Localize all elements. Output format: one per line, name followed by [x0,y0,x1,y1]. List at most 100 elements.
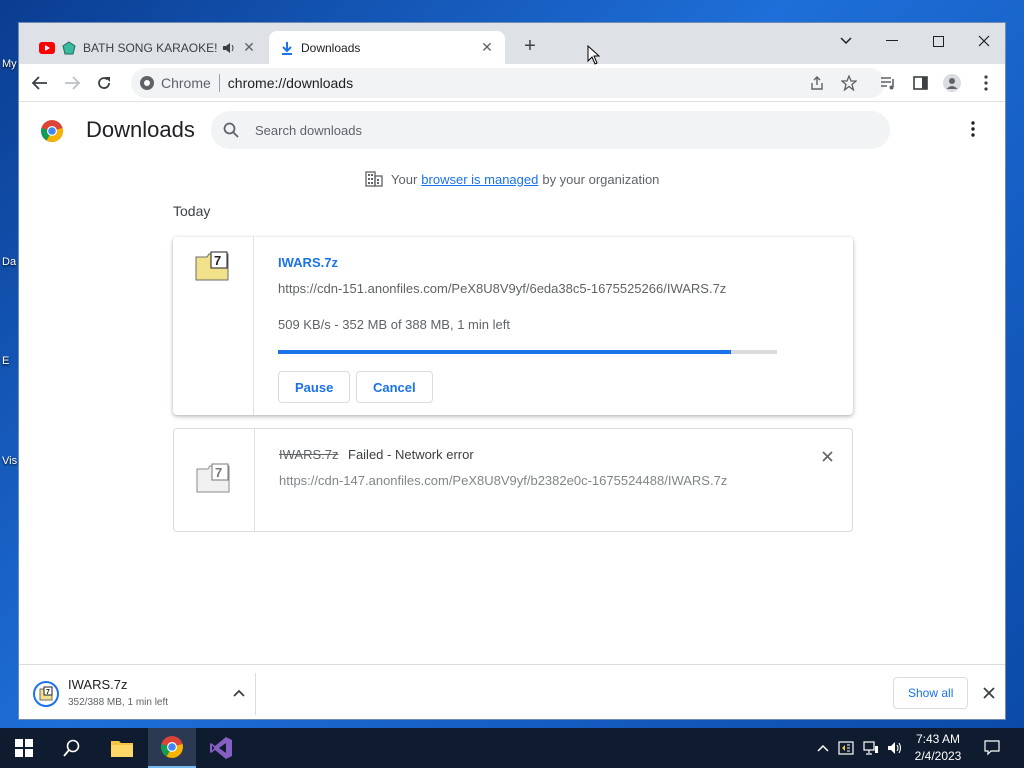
file-icon-column: 7 [174,429,255,531]
chrome-logo-icon [161,736,183,758]
managed-suffix: by your organization [542,171,660,187]
7z-file-icon: 7 [195,251,229,281]
side-panel-icon[interactable] [907,70,933,96]
search-icon [63,739,80,757]
shelf-download-item[interactable]: 7 IWARS.7z 352/388 MB, 1 min left [31,673,255,715]
audio-playing-icon[interactable] [221,40,237,56]
taskbar-file-explorer[interactable] [98,728,146,768]
page-header: Downloads [19,103,1005,159]
page-menu-icon[interactable] [963,119,983,139]
progress-fill [278,350,731,354]
chevron-up-icon[interactable] [231,685,247,701]
folder-icon [111,741,133,757]
search-box[interactable] [211,111,890,149]
taskbar: 7:43 AM 2/4/2023 [0,728,1024,768]
taskbar-chrome[interactable] [148,728,196,768]
chrome-logo-icon [41,120,63,142]
close-window-button[interactable] [964,27,1004,55]
new-tab-button[interactable]: + [519,36,541,58]
youtube-icon [39,40,55,56]
windows-logo-icon [15,739,33,757]
date-section-label: Today [173,203,211,219]
volume-icon[interactable] [884,728,906,768]
close-shelf-icon[interactable] [979,683,999,703]
managed-notice: Your browser is managed by your organiza… [365,171,659,187]
tab-search-chevron-icon[interactable] [826,27,866,55]
svg-text:7: 7 [214,253,221,268]
tray-app-icon[interactable] [836,728,856,768]
remove-from-list-icon[interactable] [816,445,838,467]
downloads-page: Downloads Your browser is managed by you… [19,103,1005,663]
search-icon [211,122,251,138]
back-button[interactable] [27,70,53,96]
managed-prefix: Your [391,171,418,187]
bookmark-star-icon[interactable] [836,70,862,96]
pause-button[interactable]: Pause [278,371,351,403]
desktop-icon-label[interactable]: Da [2,256,16,268]
download-failed-status: Failed - Network error [348,447,474,462]
clock-date: 2/4/2023 [914,749,962,763]
desktop-icon-label[interactable]: Vis [2,455,17,467]
chrome-menu-icon[interactable] [973,70,999,96]
shelf-progress-ring-icon: 7 [33,681,59,707]
chrome-site-icon [140,76,154,90]
svg-text:7: 7 [46,689,50,696]
omnibox-site-label: Chrome [161,75,211,91]
7z-file-icon: 7 [196,463,230,493]
extension-icon [61,40,77,56]
visual-studio-icon [210,737,232,759]
download-filename-link[interactable]: IWARS.7z [278,255,338,270]
desktop-icon-label[interactable]: E [2,355,9,367]
page-title: Downloads [86,117,195,142]
forward-button[interactable] [59,70,85,96]
omnibox-separator [218,74,220,92]
taskbar-clock[interactable]: 7:43 AM 2/4/2023 [908,731,968,765]
browser-window: BATH SONG KARAOKE! ✕ Downloads ✕ + Chrom… [18,22,1006,720]
show-all-button[interactable]: Show all [893,677,969,709]
download-progress-bar [278,350,777,354]
browser-managed-link[interactable]: browser is managed [421,172,538,187]
download-icon [279,40,295,56]
building-icon [365,171,383,187]
download-filename: IWARS.7z [279,447,339,462]
desktop-icon-label[interactable]: My [2,58,17,70]
tab-bath-song[interactable]: BATH SONG KARAOKE! ✕ [29,31,267,64]
taskbar-visual-studio[interactable] [197,728,245,768]
profile-avatar-icon[interactable] [939,70,965,96]
svg-text:7: 7 [215,465,222,480]
download-item-failed: 7 IWARS.7z Failed - Network error https:… [173,428,853,532]
maximize-button[interactable] [918,27,958,55]
tab-downloads[interactable]: Downloads ✕ [269,31,505,64]
download-url[interactable]: https://cdn-151.anonfiles.com/PeX8U8V9yf… [278,281,726,296]
shelf-divider [255,673,256,715]
media-control-icon[interactable] [875,70,901,96]
minimize-button[interactable] [872,27,912,55]
taskbar-search-button[interactable] [48,728,96,768]
download-item-active: 7 IWARS.7z https://cdn-151.anonfiles.com… [173,237,853,415]
search-input[interactable] [255,122,815,138]
share-icon[interactable] [804,70,830,96]
notifications-icon[interactable] [978,728,1006,768]
clock-time: 7:43 AM [915,732,961,746]
download-url[interactable]: https://cdn-147.anonfiles.com/PeX8U8V9yf… [279,473,727,488]
download-status: 509 KB/s - 352 MB of 388 MB, 1 min left [278,317,510,332]
site-info[interactable]: Chrome [131,75,211,91]
close-tab-icon[interactable]: ✕ [241,39,257,56]
browser-toolbar: Chrome chrome://downloads [19,64,1005,102]
tab-strip: BATH SONG KARAOKE! ✕ Downloads ✕ + [19,23,1005,64]
download-shelf: 7 IWARS.7z 352/388 MB, 1 min left Show a… [19,664,1005,719]
omnibox-url[interactable]: chrome://downloads [228,75,353,91]
address-bar[interactable]: Chrome chrome://downloads [131,68,885,98]
shelf-status: 352/388 MB, 1 min left [68,697,169,708]
tab-title: Downloads [301,40,361,55]
cancel-button[interactable]: Cancel [356,371,433,403]
mouse-cursor-icon [587,45,601,65]
shelf-filename: IWARS.7z [68,677,128,692]
close-tab-icon[interactable]: ✕ [479,39,495,56]
network-icon[interactable] [860,728,882,768]
reload-button[interactable] [91,70,117,96]
show-hidden-icons-chevron-icon[interactable] [812,728,834,768]
start-button[interactable] [0,728,48,768]
file-icon-column: 7 [173,237,254,415]
tab-title: BATH SONG KARAOKE! [83,40,218,55]
